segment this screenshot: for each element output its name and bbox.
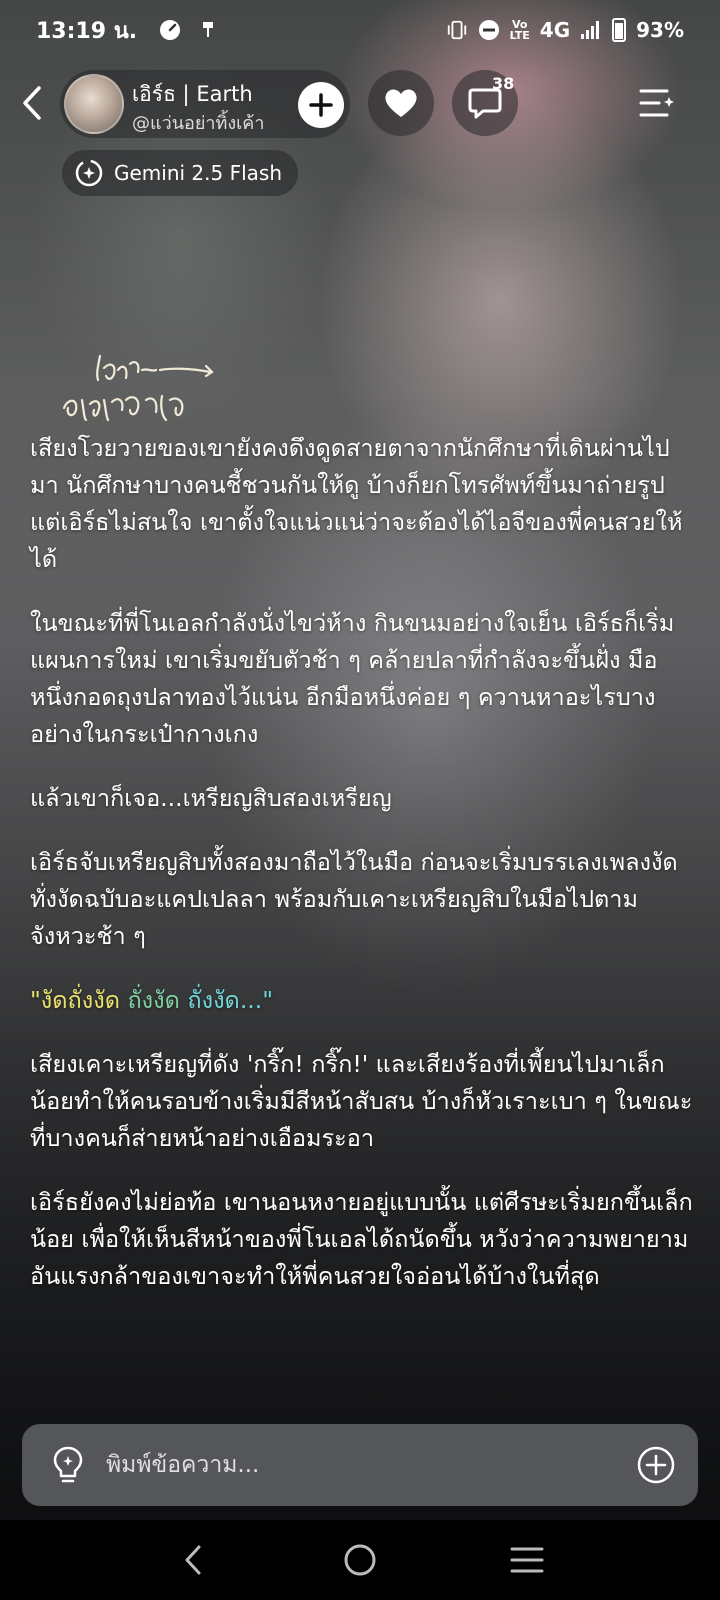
dialogue-part: ถั่งงัด..." — [179, 986, 274, 1014]
story-paragraph: เอิร์ธจับเหรียญสิบทั้งสองมาถือไว้ในมือ ก… — [30, 848, 678, 950]
usb-icon — [197, 19, 219, 41]
back-button[interactable] — [14, 82, 50, 124]
dialogue-line: "งัดถั่งงัด ถั่งงัด ถั่งงัด..." — [30, 982, 696, 1019]
character-name: เอิร์ธ | Earth — [132, 82, 253, 106]
plus-circle-icon — [637, 1446, 675, 1484]
lightbulb-icon[interactable] — [48, 1443, 88, 1487]
model-selector[interactable]: Gemini 2.5 Flash — [62, 150, 299, 196]
recents-icon — [510, 1547, 544, 1573]
character-handle: @แว่นอย่าทิ้งเค้า — [132, 113, 265, 134]
menu-sparkle-icon — [639, 89, 674, 117]
do-not-disturb-icon — [478, 19, 500, 41]
message-input[interactable] — [106, 1452, 634, 1478]
status-bar: 13:19 น. Vo LTE 4G 93% — [0, 0, 720, 60]
system-nav-bar — [0, 1520, 720, 1600]
gauge-icon — [159, 19, 181, 41]
menu-button[interactable] — [634, 82, 680, 124]
comment-count: 38 — [492, 74, 515, 93]
story-paragraph: ในขณะที่พี่โนเอลกำลังนั่งไขว่ห้าง กินขนม… — [30, 609, 675, 748]
like-button[interactable] — [368, 70, 434, 136]
nav-recents-button[interactable] — [497, 1530, 557, 1590]
heart-icon — [385, 89, 417, 117]
story-paragraph: เสียงโวยวายของเขายังคงดึงดูดสายตาจากนักศ… — [30, 434, 683, 573]
home-circle-icon — [344, 1544, 376, 1576]
battery-level: 93% — [636, 18, 684, 42]
chat-header: เอิร์ธ | Earth @แว่นอย่าทิ้งเค้า 38 — [0, 68, 720, 138]
follow-button[interactable] — [298, 82, 344, 128]
handwritten-signature — [60, 350, 230, 430]
volte-icon: Vo LTE — [509, 18, 530, 42]
status-time: 13:19 น. — [36, 18, 138, 44]
dialogue-part: ถั่งงัด — [119, 986, 180, 1014]
signal-icon — [580, 19, 602, 41]
avatar[interactable] — [64, 74, 124, 134]
message-composer — [22, 1424, 698, 1506]
network-type: 4G — [539, 18, 571, 42]
model-name: Gemini 2.5 Flash — [114, 161, 283, 185]
story-paragraph: เสียงเคาะเหรียญที่ดัง 'กริ๊ก! กริ๊ก!' แล… — [30, 1050, 693, 1152]
dialogue-part: "งัดถั่งงัด — [30, 986, 120, 1014]
nav-back-button[interactable] — [163, 1530, 223, 1590]
vibrate-icon — [446, 19, 468, 41]
story-paragraph: แล้วเขาก็เจอ...เหรียญสิบสองเหรียญ — [30, 784, 392, 812]
story-paragraph: เอิร์ธยังคงไม่ย่อท้อ เขานอนหงายอยู่แบบนั… — [30, 1188, 693, 1290]
model-switch-icon — [75, 159, 103, 187]
battery-icon — [612, 18, 627, 42]
add-button[interactable] — [634, 1443, 678, 1487]
chevron-left-icon — [185, 1545, 201, 1575]
story-message: เสียงโวยวายของเขายังคงดึงดูดสายตาจากนักศ… — [30, 430, 696, 1322]
nav-home-button[interactable] — [330, 1530, 390, 1590]
